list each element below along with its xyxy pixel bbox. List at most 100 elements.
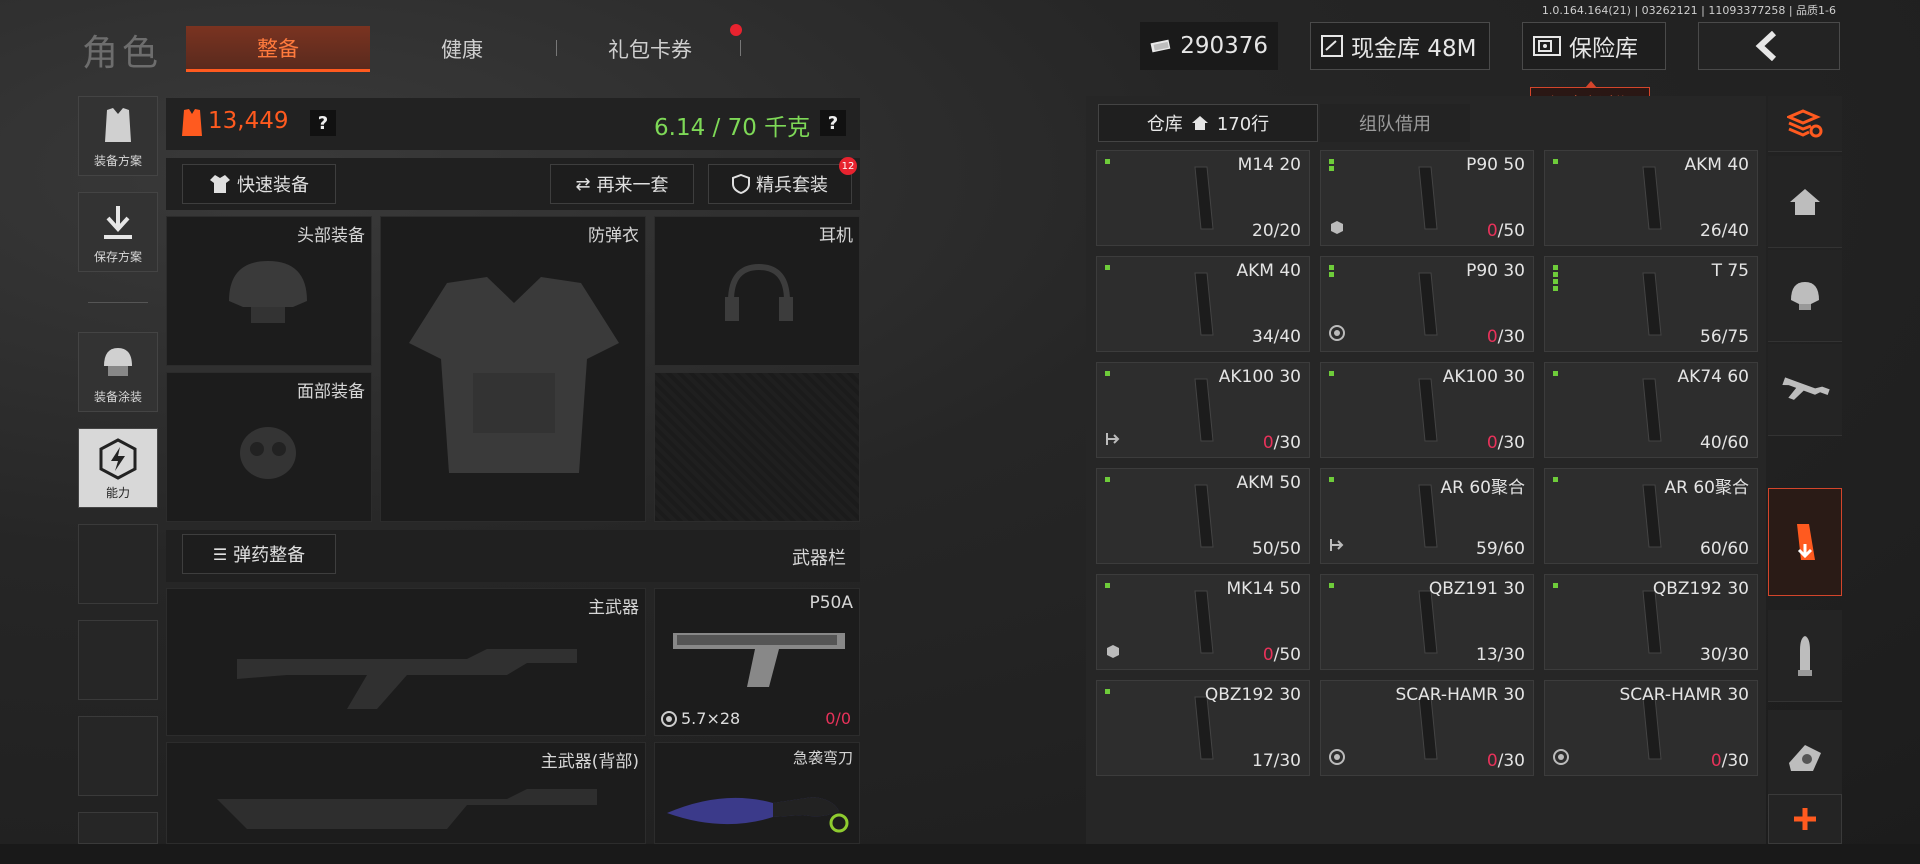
warehouse-item[interactable]: P90 30 0/30 <box>1320 256 1534 352</box>
nav-weapons[interactable] <box>1768 344 1842 436</box>
back-weapon-slot[interactable]: 主武器(背部) <box>166 742 646 844</box>
ammo-type-icon <box>1553 749 1569 769</box>
warehouse-item[interactable]: AR 60聚合 60/60 <box>1544 468 1758 564</box>
refresh-icon: ⇄ <box>575 173 591 195</box>
warehouse-item[interactable]: QBZ192 30 30/30 <box>1544 574 1758 670</box>
vest-value-icon <box>182 109 202 136</box>
warehouse-item[interactable]: AR 60聚合 59/60 <box>1320 468 1534 564</box>
cash-vault-button[interactable]: 现金库 48M <box>1310 22 1490 70</box>
count-current: 0 <box>1486 433 1498 453</box>
nav-ammo[interactable] <box>1768 610 1842 702</box>
ability-button[interactable]: 能力 <box>78 428 158 508</box>
warehouse-item[interactable]: P90 50 0/50 <box>1320 150 1534 246</box>
magazine-icon <box>1418 166 1438 230</box>
loadout-plan-button[interactable]: 装备方案 <box>78 96 158 176</box>
slot-label: 主武器(背部) <box>540 752 639 772</box>
magazine-icon <box>1797 524 1815 560</box>
item-count: 0/30 <box>1711 751 1749 771</box>
warehouse-item[interactable]: AKM 40 26/40 <box>1544 150 1758 246</box>
rarity-tag <box>1105 689 1110 694</box>
warehouse-item[interactable]: SCAR-HAMR 30 0/30 <box>1320 680 1534 776</box>
warehouse-item[interactable]: MK14 50 0/50 <box>1096 574 1310 670</box>
item-name: AK74 60 <box>1677 367 1749 387</box>
rarity-tag <box>1105 159 1110 164</box>
magazine-icon <box>1642 272 1662 336</box>
item-name: AKM 50 <box>1236 473 1301 493</box>
nav-magazines[interactable] <box>1768 488 1842 596</box>
warehouse-item[interactable]: T 75 56/75 <box>1544 256 1758 352</box>
warehouse-item[interactable]: AK100 30 0/30 <box>1320 362 1534 458</box>
row-count: 170行 <box>1216 114 1270 135</box>
save-plan-button[interactable]: 保存方案 <box>78 192 158 272</box>
paint-button[interactable]: 装备涂装 <box>78 332 158 412</box>
warehouse-item[interactable]: AKM 40 34/40 <box>1096 256 1310 352</box>
empty-slot <box>78 524 158 604</box>
warehouse-item[interactable]: AK100 30 0/30 <box>1096 362 1310 458</box>
cash-icon <box>1150 39 1171 53</box>
ability-icon <box>99 438 137 480</box>
warehouse-item[interactable]: QBZ192 30 17/30 <box>1096 680 1310 776</box>
tab-team-borrow[interactable]: 组队借用 <box>1320 104 1470 142</box>
elite-set-button[interactable]: 精兵套装 12 <box>708 157 857 204</box>
count-current: 34 <box>1252 327 1274 347</box>
weapon-name: P50A <box>809 593 853 613</box>
safe-button[interactable]: 保险库 <box>1522 22 1666 70</box>
count-max: /30 <box>1497 751 1525 771</box>
tab-gift[interactable]: 礼包卡券 <box>570 26 730 72</box>
item-count: 0/30 <box>1487 327 1525 347</box>
armor-vest-icon <box>409 277 619 473</box>
count-current: 0 <box>1486 751 1498 771</box>
sort-button[interactable] <box>1768 96 1842 152</box>
primary-weapon-slot[interactable]: 主武器 <box>166 588 646 736</box>
nav-armor[interactable] <box>1768 250 1842 342</box>
head-slot[interactable]: 头部装备 <box>166 216 372 366</box>
count-current: 13 <box>1476 645 1498 665</box>
tab-health[interactable]: 健康 <box>392 26 532 72</box>
warehouse-item[interactable]: QBZ191 30 13/30 <box>1320 574 1534 670</box>
magazine-icon <box>1194 272 1214 336</box>
download-icon <box>104 206 132 239</box>
again-button[interactable]: ⇄ 再来一套 <box>550 164 694 204</box>
item-name: AR 60聚合 <box>1440 478 1525 498</box>
count-current: 26 <box>1700 221 1722 241</box>
magazine-icon <box>1642 166 1662 230</box>
box-icon <box>1105 643 1121 663</box>
rifle-icon <box>1782 376 1830 400</box>
warehouse-item[interactable]: M14 20 20/20 <box>1096 150 1310 246</box>
headset-icon <box>725 263 793 321</box>
add-button[interactable] <box>1768 794 1842 844</box>
warehouse-item[interactable]: AKM 50 50/50 <box>1096 468 1310 564</box>
warehouse-item[interactable]: SCAR-HAMR 30 0/30 <box>1544 680 1758 776</box>
help-icon[interactable]: ? <box>310 110 336 136</box>
warehouse-item[interactable]: AK74 60 40/60 <box>1544 362 1758 458</box>
armor-slot[interactable]: 防弹衣 <box>380 216 646 522</box>
knife-icon <box>667 797 849 833</box>
plus-icon <box>1794 808 1816 830</box>
count-current: 0 <box>1262 433 1274 453</box>
back-button[interactable] <box>1698 22 1840 70</box>
earphone-slot[interactable]: 耳机 <box>654 216 860 366</box>
nav-accessory[interactable] <box>1768 710 1842 802</box>
tab-prepare[interactable]: 整备 <box>186 26 370 72</box>
quick-equip-button[interactable]: 快速装备 <box>182 164 336 204</box>
nav-home[interactable] <box>1768 156 1842 248</box>
helmet-icon <box>229 261 307 323</box>
weight-value: 6.14 / 70 千克 <box>654 115 811 141</box>
count-current: 20 <box>1252 221 1274 241</box>
tab-warehouse[interactable]: 仓库 170行 <box>1098 104 1318 142</box>
rarity-tag <box>1329 371 1334 376</box>
item-name: QBZ191 30 <box>1428 579 1525 599</box>
magazine-icon <box>1642 378 1662 442</box>
exit-icon <box>1329 537 1345 557</box>
pistol-slot[interactable]: P50A 5.7×28 0/0 <box>654 588 860 736</box>
face-slot[interactable]: 面部装备 <box>166 372 372 522</box>
sidebar-divider <box>88 302 148 303</box>
ammo-prepare-button[interactable]: ☰ 弹药整备 <box>182 534 336 574</box>
shirt-icon <box>210 175 230 193</box>
melee-slot[interactable]: 急袭弯刀 <box>654 742 860 844</box>
rarity-tag <box>1553 371 1558 376</box>
ammo-caliber: 5.7×28 <box>681 709 741 728</box>
tab-label: 组队借用 <box>1359 114 1431 135</box>
help-icon[interactable]: ? <box>820 110 846 136</box>
rarity-tag <box>1329 477 1334 482</box>
